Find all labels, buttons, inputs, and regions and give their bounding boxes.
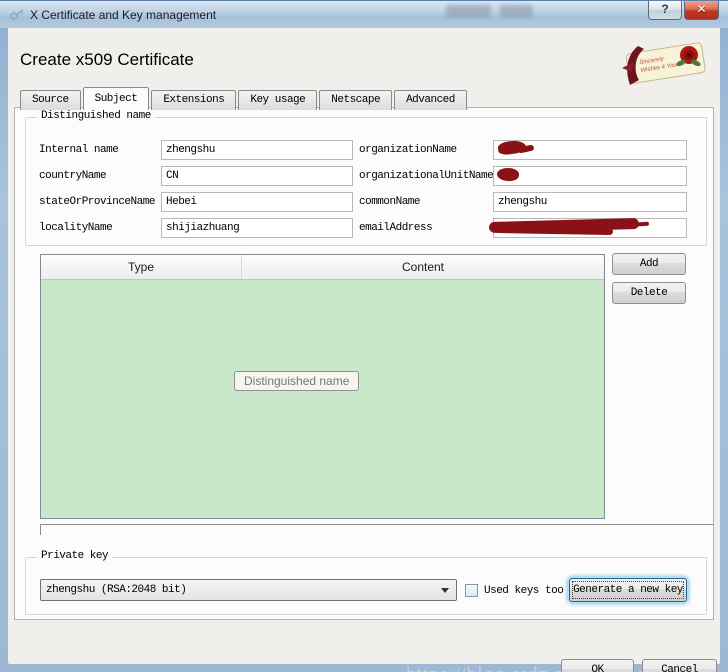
help-button[interactable]: ? bbox=[648, 1, 682, 20]
titlebar[interactable]: X Certificate and Key management ? ✕ bbox=[0, 0, 728, 28]
page-title: Create x509 Certificate bbox=[20, 50, 194, 69]
censored-watermark bbox=[446, 5, 491, 18]
field-label-organization-name: organizationName bbox=[359, 144, 457, 156]
empty-row-strip bbox=[40, 524, 713, 535]
organizational-unit-name-input[interactable] bbox=[493, 166, 687, 186]
used-keys-label: Used keys too bbox=[484, 585, 564, 597]
window: X Certificate and Key management ? ✕ Cre… bbox=[0, 0, 728, 672]
tooltip: Distinguished name bbox=[234, 371, 360, 391]
field-label-country-name: countryName bbox=[39, 170, 107, 182]
add-button[interactable]: Add bbox=[612, 253, 686, 275]
dialog-body: Create x509 Certificate Sincerely Wishes… bbox=[8, 28, 720, 672]
private-key-select[interactable]: zhengshu (RSA:2048 bit) bbox=[40, 579, 457, 601]
tab-advanced[interactable]: Advanced bbox=[394, 90, 467, 110]
chevron-down-icon bbox=[441, 588, 449, 593]
column-header-content[interactable]: Content bbox=[242, 255, 604, 279]
close-button[interactable]: ✕ bbox=[684, 1, 719, 20]
tab-bar: Source Subject Extensions Key usage Nets… bbox=[20, 87, 469, 110]
field-label-internal-name: Internal name bbox=[39, 144, 119, 156]
certificate-rose-logo: Sincerely Wishes 4 You bbox=[622, 42, 706, 85]
tab-key-usage[interactable]: Key usage bbox=[238, 90, 318, 110]
delete-button[interactable]: Delete bbox=[612, 282, 686, 304]
used-keys-checkbox[interactable] bbox=[465, 584, 478, 597]
group-legend: Private key bbox=[37, 550, 113, 562]
table-header: Type Content bbox=[41, 255, 604, 280]
dn-entries-table[interactable]: Type Content Distinguished name bbox=[40, 254, 605, 519]
country-name-input[interactable] bbox=[161, 166, 353, 186]
tab-subject[interactable]: Subject bbox=[82, 87, 150, 110]
field-label-common-name: commonName bbox=[359, 196, 421, 208]
censored-watermark bbox=[500, 5, 533, 18]
state-or-province-name-input[interactable] bbox=[161, 192, 353, 212]
generate-new-key-button[interactable]: Generate a new key bbox=[569, 578, 687, 602]
locality-name-input[interactable] bbox=[161, 218, 353, 238]
private-key-selected-value: zhengshu (RSA:2048 bit) bbox=[46, 584, 187, 596]
tab-netscape[interactable]: Netscape bbox=[319, 90, 393, 110]
table-body[interactable]: Distinguished name bbox=[41, 280, 604, 519]
window-title: X Certificate and Key management bbox=[30, 8, 217, 22]
cancel-button[interactable]: Cancel bbox=[642, 659, 717, 672]
field-label-organizational-unit-name: organizationalUnitName bbox=[359, 170, 494, 182]
tab-extensions[interactable]: Extensions bbox=[151, 90, 237, 110]
key-icon bbox=[10, 9, 24, 20]
internal-name-input[interactable] bbox=[161, 140, 353, 160]
field-label-email-address: emailAddress bbox=[359, 222, 433, 234]
field-label-state-or-province-name: stateOrProvinceName bbox=[39, 196, 155, 208]
column-header-type[interactable]: Type bbox=[41, 255, 242, 279]
common-name-input[interactable] bbox=[493, 192, 687, 212]
subject-tab-page: Distinguished name Internal name country… bbox=[14, 107, 714, 620]
group-legend: Distinguished name bbox=[37, 110, 155, 122]
tab-source[interactable]: Source bbox=[20, 90, 81, 110]
field-label-locality-name: localityName bbox=[39, 222, 113, 234]
ok-button[interactable]: OK bbox=[561, 659, 634, 672]
